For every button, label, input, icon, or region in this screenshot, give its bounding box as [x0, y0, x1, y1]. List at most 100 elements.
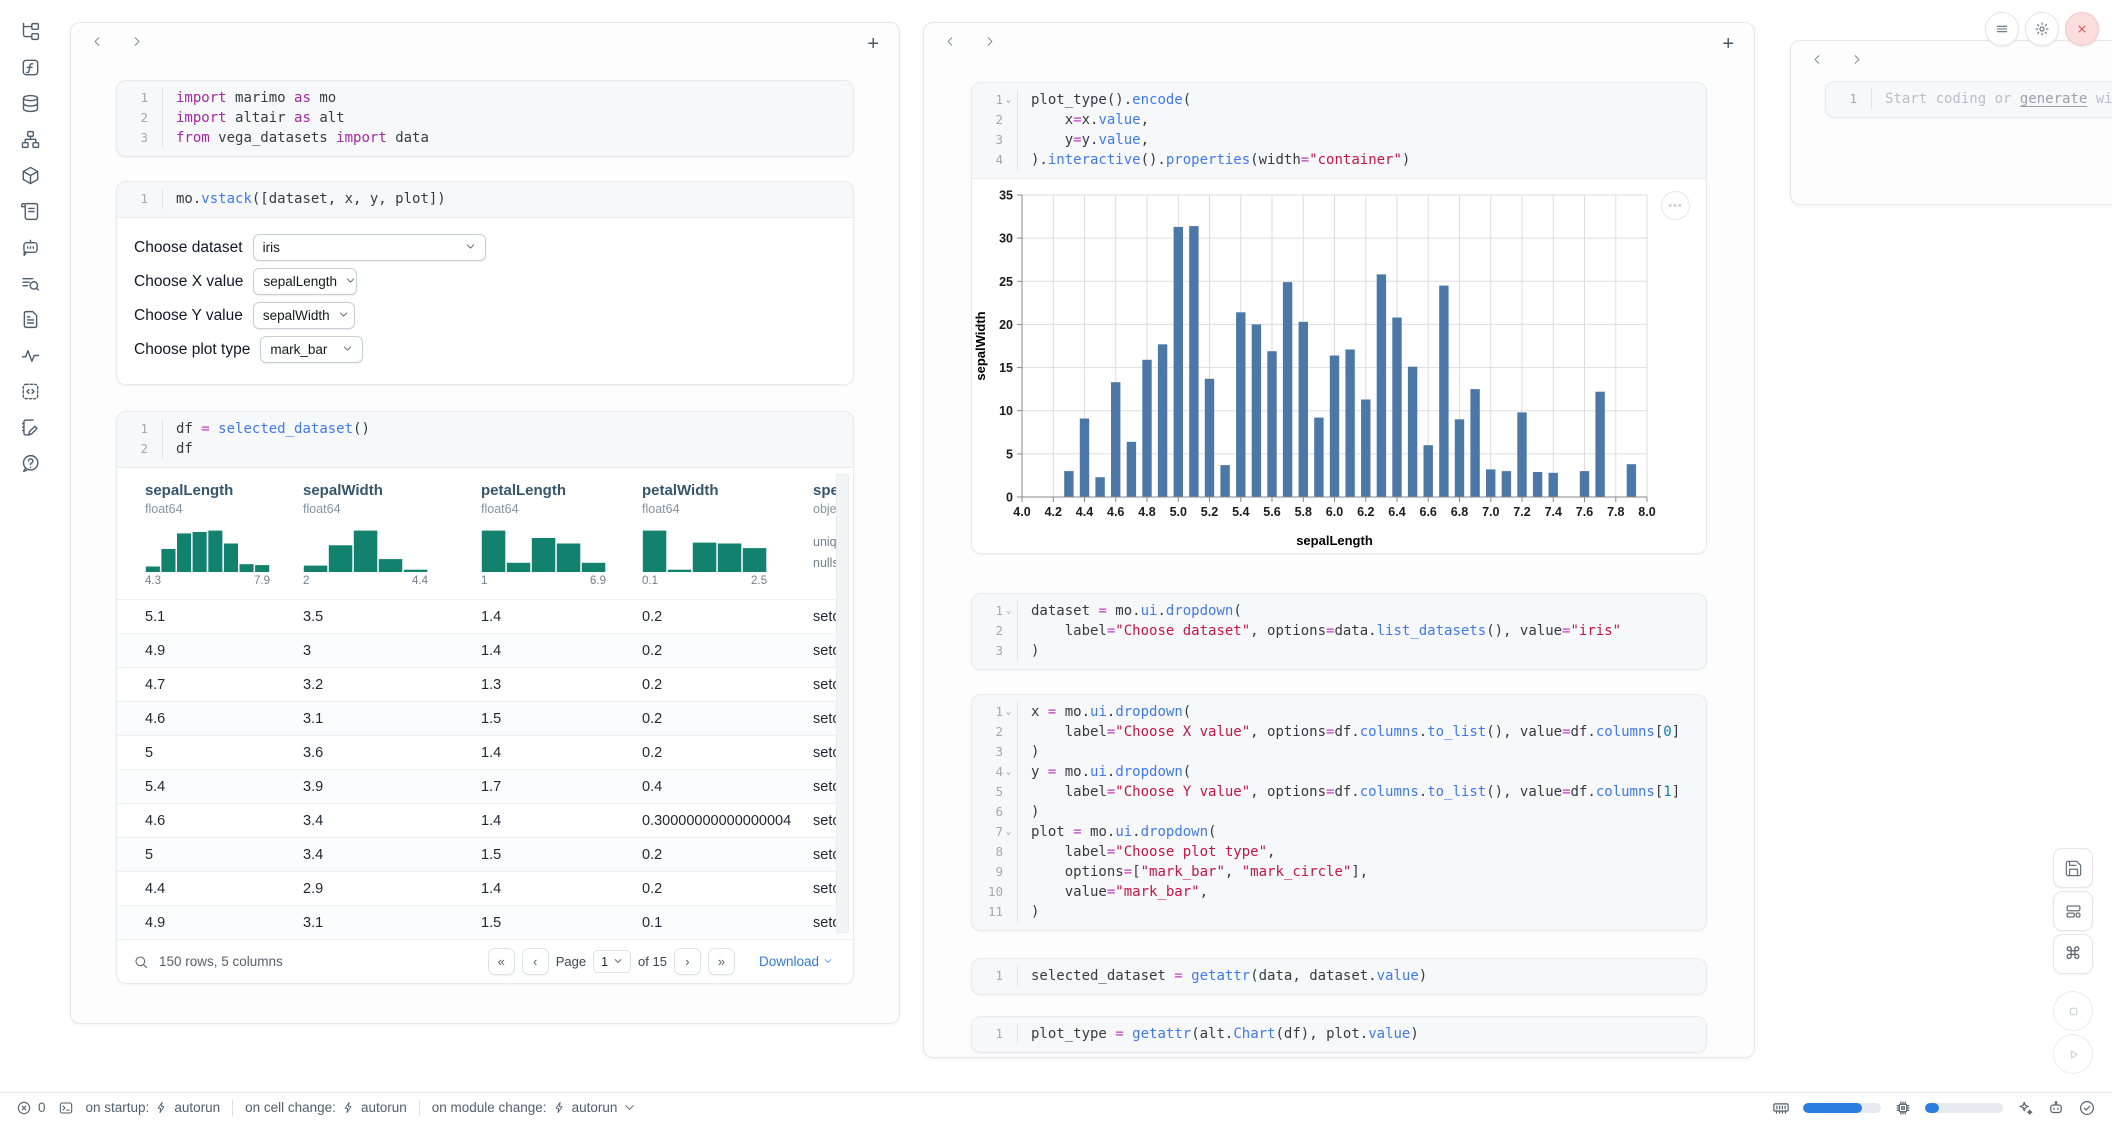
chart-menu-button[interactable]: ••• [1661, 191, 1690, 220]
functions-icon[interactable] [17, 54, 43, 80]
column-header-sepalLength[interactable]: sepalLengthfloat644.37.9 [145, 482, 303, 597]
dataset-select[interactable]: iris [253, 234, 486, 261]
search-icon[interactable] [17, 270, 43, 296]
cell-selected-dataset[interactable]: 1selected_dataset = getattr(data, datase… [971, 958, 1707, 995]
download-button[interactable]: Download [759, 954, 833, 969]
help-icon[interactable] [17, 450, 43, 476]
ai-assistant-icon[interactable] [2047, 1099, 2065, 1117]
y-value-select[interactable]: sepalWidth [253, 302, 355, 329]
cell-imports[interactable]: 1import marimo as mo2import altair as al… [116, 80, 854, 157]
line-number: 2 [972, 722, 1018, 742]
cell-xy-plot-dropdowns[interactable]: 1⌄x = mo.ui.dropdown(2 label="Choose X v… [971, 694, 1707, 931]
line-number: 3 [117, 128, 163, 148]
column-header-petalWidth[interactable]: petalWidthfloat640.12.5 [642, 482, 813, 597]
table-row[interactable]: 4.93.11.50.1setosa [117, 905, 844, 939]
cell-plot-type[interactable]: 1plot_type = getattr(alt.Chart(df), plot… [971, 1016, 1707, 1053]
column-header-petalLength[interactable]: petalLengthfloat6416.9 [481, 482, 642, 597]
dependency-graph-icon[interactable] [17, 126, 43, 152]
line-number: 5 [972, 782, 1018, 802]
plot-type-select[interactable]: mark_bar [260, 336, 363, 363]
save-button[interactable] [2053, 848, 2093, 888]
connection-status-icon[interactable] [2078, 1099, 2096, 1117]
ai-chat-icon[interactable] [17, 234, 43, 260]
code-editor[interactable]: 1selected_dataset = getattr(data, datase… [972, 959, 1706, 994]
column-expand-right-icon[interactable] [983, 35, 996, 53]
column-expand-right-icon[interactable] [1850, 53, 1863, 71]
line-number: 1 [972, 1024, 1018, 1044]
bar-chart[interactable]: 4.04.24.44.64.85.05.25.45.65.86.06.26.46… [972, 181, 1706, 554]
scratchpad-code-editor[interactable]: 1Start coding or generate with AI [1826, 82, 2112, 117]
memory-usage-bar[interactable] [1803, 1103, 1881, 1113]
add-column-button[interactable]: + [867, 38, 879, 51]
settings-gear-icon[interactable] [2025, 12, 2059, 46]
table-scrollbar[interactable] [836, 474, 849, 933]
line-number: 1 [117, 88, 163, 108]
packages-icon[interactable] [17, 162, 43, 188]
code-editor[interactable]: 1plot_type = getattr(alt.Chart(df), plot… [972, 1017, 1706, 1052]
code-editor[interactable]: 1df = selected_dataset()2df [117, 412, 853, 467]
line-number: 2 [972, 621, 1018, 641]
layout-toggle-button[interactable] [2053, 891, 2093, 931]
code-editor[interactable]: 1⌄dataset = mo.ui.dropdown(2 label="Choo… [972, 594, 1706, 669]
tracing-icon[interactable] [17, 342, 43, 368]
panel-left-toolbar: + [71, 23, 899, 53]
cell-chart[interactable]: 1⌄plot_type().encode(2 x=x.value,3 y=y.v… [971, 82, 1707, 554]
next-page-button[interactable]: › [674, 948, 701, 975]
file-explorer-icon[interactable] [17, 18, 43, 44]
table-row[interactable]: 5.13.51.40.2setosa [117, 599, 844, 633]
code-editor[interactable]: 1⌄plot_type().encode(2 x=x.value,3 y=y.v… [972, 83, 1706, 178]
table-row[interactable]: 4.931.40.2setosa [117, 633, 844, 667]
svg-text:7.6: 7.6 [1576, 505, 1593, 519]
chevron-down-icon [613, 955, 623, 969]
documentation-icon[interactable] [17, 306, 43, 332]
code-editor[interactable]: 1mo.vstack([dataset, x, y, plot]) [117, 182, 853, 217]
column-expand-right-icon[interactable] [130, 35, 143, 53]
column-collapse-left-icon[interactable] [944, 35, 957, 53]
datasources-icon[interactable] [17, 90, 43, 116]
stop-kernel-button[interactable] [2053, 991, 2093, 1031]
error-count-indicator[interactable]: 0 [16, 1100, 46, 1116]
chevron-down-icon [823, 954, 833, 969]
prev-page-button[interactable]: ‹ [522, 948, 549, 975]
scratchpad-cell[interactable]: 1Start coding or generate with AI [1825, 81, 2112, 118]
table-row[interactable]: 4.63.11.50.2setosa [117, 701, 844, 735]
logs-icon[interactable] [17, 198, 43, 224]
svg-text:8.0: 8.0 [1638, 505, 1655, 519]
memory-icon [1772, 1099, 1790, 1117]
code-editor[interactable]: 1⌄x = mo.ui.dropdown(2 label="Choose X v… [972, 695, 1706, 930]
terminal-button[interactable] [58, 1100, 74, 1116]
first-page-button[interactable]: « [488, 948, 515, 975]
code-editor[interactable]: 1import marimo as mo2import altair as al… [117, 81, 853, 156]
ai-sparkles-icon[interactable] [2016, 1099, 2034, 1117]
table-row[interactable]: 53.61.40.2setosa [117, 735, 844, 769]
svg-text:6.0: 6.0 [1326, 505, 1343, 519]
last-page-button[interactable]: » [708, 948, 735, 975]
scratchpad-icon[interactable] [17, 414, 43, 440]
cell-dataset-dropdown[interactable]: 1⌄dataset = mo.ui.dropdown(2 label="Choo… [971, 593, 1707, 670]
column-header-sepalWidth[interactable]: sepalWidthfloat6424.4 [303, 482, 481, 597]
table-search-icon[interactable] [133, 954, 149, 970]
page-select[interactable]: 1 [593, 950, 631, 973]
cell-vstack[interactable]: 1mo.vstack([dataset, x, y, plot]) Choose… [116, 181, 854, 385]
runtime-config-3[interactable]: on module change:autorun [432, 1100, 637, 1115]
svg-text:5.4: 5.4 [1232, 505, 1249, 519]
cpu-usage-bar[interactable] [1925, 1103, 2003, 1113]
run-all-button[interactable] [2053, 1034, 2093, 1074]
table-row[interactable]: 53.41.50.2setosa [117, 837, 844, 871]
command-palette-button[interactable]: ⌘ [2053, 934, 2093, 974]
notebook-menu-button[interactable] [1985, 12, 2019, 46]
runtime-config-2[interactable]: on cell change:autorun [245, 1100, 407, 1115]
snippets-icon[interactable] [17, 378, 43, 404]
table-row[interactable]: 5.43.91.70.4setosa [117, 769, 844, 803]
column-collapse-left-icon[interactable] [91, 35, 104, 53]
table-row[interactable]: 4.42.91.40.2setosa [117, 871, 844, 905]
x-value-select[interactable]: sepalLength [253, 268, 357, 295]
close-scratchpad-button[interactable] [2065, 12, 2099, 46]
svg-text:4.4: 4.4 [1076, 505, 1093, 519]
cell-dataframe[interactable]: 1df = selected_dataset()2df sepalLengthf… [116, 411, 854, 984]
column-collapse-left-icon[interactable] [1811, 53, 1824, 71]
table-row[interactable]: 4.63.41.40.30000000000000004setosa [117, 803, 844, 837]
table-row[interactable]: 4.73.21.30.2setosa [117, 667, 844, 701]
add-column-button[interactable]: + [1722, 38, 1734, 51]
runtime-config-1[interactable]: on startup:autorun [86, 1100, 221, 1115]
